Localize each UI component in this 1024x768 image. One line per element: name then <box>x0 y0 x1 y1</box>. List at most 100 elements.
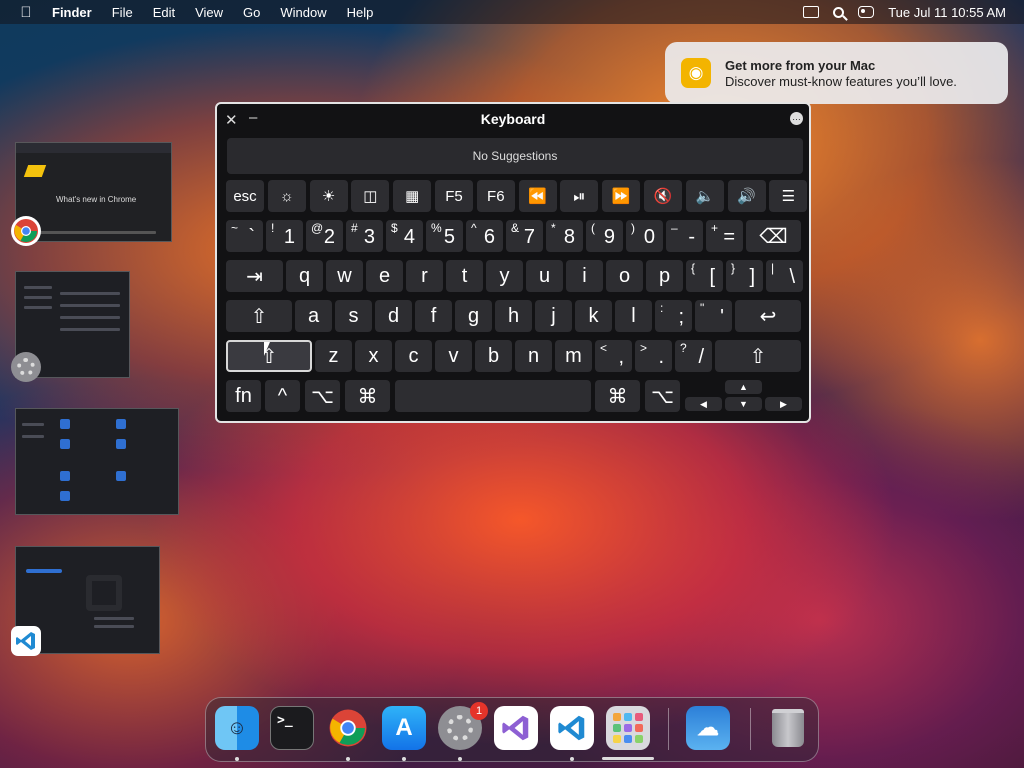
key-h[interactable]: h <box>495 300 532 332</box>
dock-terminal[interactable]: >_ <box>270 706 314 750</box>
key-e[interactable]: e <box>366 260 403 292</box>
key-row3-sym-2[interactable]: | \ <box>766 260 803 292</box>
key-v[interactable]: v <box>435 340 472 372</box>
key-num-6[interactable]: ^ 6 <box>466 220 503 252</box>
key-delete[interactable]: ⌫ <box>746 220 801 252</box>
key-row3-sym-1[interactable]: }] <box>726 260 763 292</box>
key-j[interactable]: j <box>535 300 572 332</box>
key-c[interactable]: c <box>395 340 432 372</box>
menu-window[interactable]: Window <box>270 5 336 20</box>
chrome-app-icon[interactable] <box>11 216 41 246</box>
key-x[interactable]: x <box>355 340 392 372</box>
key-f6[interactable]: F6 <box>476 180 515 212</box>
key-row3-sym-0[interactable]: {[ <box>686 260 723 292</box>
dock-chrome[interactable] <box>326 706 370 750</box>
key-num-5[interactable]: % 5 <box>426 220 463 252</box>
key-play-pause[interactable]: ⏯ <box>560 180 599 212</box>
menu-file[interactable]: File <box>102 5 143 20</box>
dock-launchpad[interactable] <box>606 706 650 750</box>
key-menu[interactable]: ☰ <box>769 180 808 212</box>
key-caps-lock[interactable]: ⇧ <box>226 300 292 332</box>
key-space[interactable] <box>395 380 591 412</box>
key-arrow-up[interactable]: ▲ <box>725 380 762 394</box>
key-num-7[interactable]: & 7 <box>506 220 543 252</box>
key-i[interactable]: i <box>566 260 603 292</box>
key-num-8[interactable]: * 8 <box>546 220 583 252</box>
key-arrow-down[interactable]: ▼ <box>725 397 762 411</box>
key-row5-sym-0[interactable]: <, <box>595 340 632 372</box>
key-num-10[interactable]: ) 0 <box>626 220 663 252</box>
minimize-icon[interactable]: – <box>249 109 257 126</box>
key-num-1[interactable]: ! 1 <box>266 220 303 252</box>
control-center-icon[interactable] <box>858 6 875 18</box>
menu-go[interactable]: Go <box>233 5 270 20</box>
screen-mirroring-icon[interactable] <box>803 6 820 18</box>
apple-menu-icon[interactable]:  <box>10 4 42 21</box>
key-r[interactable]: r <box>406 260 443 292</box>
key-f[interactable]: f <box>415 300 452 332</box>
key-b[interactable]: b <box>475 340 512 372</box>
key-num-12[interactable]: + = <box>706 220 743 252</box>
menu-help[interactable]: Help <box>337 5 384 20</box>
key-num-4[interactable]: $4 <box>386 220 423 252</box>
notification-banner[interactable]: ◉ Get more from your Mac Discover must-k… <box>665 42 1008 104</box>
key-fast-forward[interactable]: ⏩ <box>602 180 641 212</box>
key-brightness-up[interactable]: ☀ <box>309 180 348 212</box>
app-store-window-thumbnail[interactable] <box>15 408 179 515</box>
key-launchpad[interactable]: ▦ <box>393 180 432 212</box>
menu-clock[interactable]: Tue Jul 11 10:55 AM <box>888 5 1006 20</box>
dock-weather[interactable]: ☁ <box>686 706 730 750</box>
more-options-icon[interactable]: … <box>790 112 803 125</box>
key-arrow-right[interactable]: ▶ <box>765 397 802 411</box>
key-row4-sym-0[interactable]: :; <box>655 300 692 332</box>
key-tab[interactable]: ⇥ <box>226 260 283 292</box>
key-n[interactable]: n <box>515 340 552 372</box>
key-esc[interactable]: esc <box>226 180 264 212</box>
key-right-command[interactable]: ⌘ <box>595 380 640 412</box>
key-backtick[interactable]: ~ ` <box>226 220 263 252</box>
key-volume-up[interactable]: 🔊 <box>727 180 766 212</box>
key-brightness-down[interactable]: ☼ <box>267 180 306 212</box>
menu-app-name[interactable]: Finder <box>42 5 102 20</box>
spotlight-search-icon[interactable] <box>833 6 845 18</box>
dock-finder[interactable]: ☺ <box>215 706 259 750</box>
key-arrow-left[interactable]: ◀ <box>685 397 722 411</box>
key-d[interactable]: d <box>375 300 412 332</box>
key-w[interactable]: w <box>326 260 363 292</box>
dock-system-settings[interactable]: 1 <box>438 702 488 750</box>
key-q[interactable]: q <box>286 260 323 292</box>
key-l[interactable]: l <box>615 300 652 332</box>
dock-app-store[interactable]: A <box>382 706 426 750</box>
key-g[interactable]: g <box>455 300 492 332</box>
key-u[interactable]: u <box>526 260 563 292</box>
key-control[interactable]: ^ <box>265 380 300 412</box>
key-row5-sym-2[interactable]: ? / <box>675 340 712 372</box>
key-return[interactable]: ↩ <box>735 300 801 332</box>
key-row5-sym-1[interactable]: >. <box>635 340 672 372</box>
key-a[interactable]: a <box>295 300 332 332</box>
vscode-app-icon[interactable] <box>11 626 41 656</box>
key-volume-down[interactable]: 🔈 <box>685 180 724 212</box>
key-z[interactable]: z <box>315 340 352 372</box>
key-f5[interactable]: F5 <box>435 180 473 212</box>
key-mission-control[interactable]: ◫ <box>351 180 390 212</box>
key-num-3[interactable]: #3 <box>346 220 383 252</box>
close-icon[interactable]: ✕ <box>225 111 238 129</box>
key-o[interactable]: o <box>606 260 643 292</box>
key-s[interactable]: s <box>335 300 372 332</box>
dock-visual-studio[interactable] <box>494 706 538 750</box>
key-m[interactable]: m <box>555 340 592 372</box>
dock-trash[interactable] <box>766 706 810 750</box>
key-left-option[interactable]: ⌥ <box>305 380 340 412</box>
key-num-2[interactable]: @2 <box>306 220 343 252</box>
menu-edit[interactable]: Edit <box>143 5 185 20</box>
key-left-command[interactable]: ⌘ <box>345 380 390 412</box>
key-num-9[interactable]: (9 <box>586 220 623 252</box>
key-right-shift[interactable]: ⇧ <box>715 340 801 372</box>
key-mute[interactable]: 🔇 <box>644 180 682 212</box>
key-fn[interactable]: fn <box>226 380 261 412</box>
key-k[interactable]: k <box>575 300 612 332</box>
key-num-11[interactable]: – - <box>666 220 703 252</box>
key-t[interactable]: t <box>446 260 483 292</box>
key-row4-sym-1[interactable]: " ' <box>695 300 732 332</box>
